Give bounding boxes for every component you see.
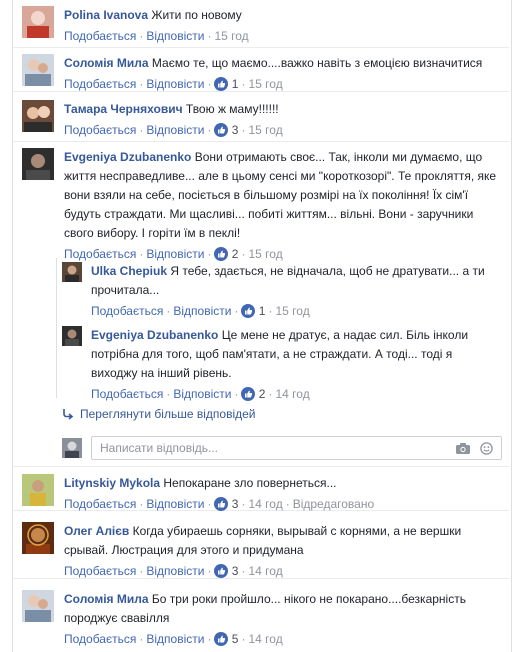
- separator-dot: ·: [207, 632, 212, 646]
- avatar[interactable]: [22, 6, 54, 38]
- separator-dot: ·: [207, 247, 212, 261]
- separator-dot: ·: [207, 123, 212, 137]
- avatar: [62, 438, 82, 458]
- separator-dot: ·: [241, 564, 246, 578]
- separator-dot: ·: [166, 387, 171, 401]
- reply-button[interactable]: Відповісти: [146, 247, 204, 261]
- separator-dot: ·: [234, 304, 239, 318]
- timestamp[interactable]: 15 год: [248, 123, 282, 137]
- reply-button[interactable]: Відповісти: [146, 123, 204, 137]
- avatar[interactable]: [62, 262, 82, 282]
- camera-icon[interactable]: [455, 442, 471, 458]
- separator-dot: ·: [139, 29, 144, 43]
- reply-input-placeholder: Написати відповідь...: [100, 441, 218, 455]
- like-button[interactable]: Подобається: [64, 247, 136, 261]
- avatar[interactable]: [22, 522, 54, 554]
- separator-dot: ·: [139, 123, 144, 137]
- view-more-replies-link[interactable]: Переглянути більше відповідей: [62, 404, 255, 426]
- timestamp[interactable]: 15 год: [248, 247, 282, 261]
- separator-dot: ·: [241, 497, 246, 511]
- separator-dot: ·: [207, 497, 212, 511]
- separator-dot: ·: [234, 387, 239, 401]
- divider: [13, 466, 509, 467]
- comment-author[interactable]: Litynskiy Mykola: [64, 476, 160, 490]
- comment-author[interactable]: Ulka Chepiuk: [91, 264, 167, 278]
- like-reaction-icon[interactable]: [214, 123, 229, 142]
- view-more-replies-label: Переглянути більше відповідей: [80, 407, 256, 421]
- avatar[interactable]: [22, 100, 54, 132]
- reply-button[interactable]: Відповісти: [146, 29, 204, 43]
- like-button[interactable]: Подобається: [64, 497, 136, 511]
- like-reaction-icon[interactable]: [214, 497, 229, 516]
- emoji-icon[interactable]: [480, 442, 493, 458]
- comment-author[interactable]: Соломія Мила: [64, 592, 149, 606]
- like-button[interactable]: Подобається: [64, 77, 136, 91]
- like-button[interactable]: Подобається: [64, 632, 136, 646]
- reply-thread-line: [56, 258, 57, 398]
- timestamp[interactable]: 15 год: [214, 29, 248, 43]
- avatar[interactable]: [22, 54, 54, 86]
- timestamp[interactable]: 14 год: [248, 497, 282, 511]
- reply-button[interactable]: Відповісти: [146, 564, 204, 578]
- separator-dot: ·: [268, 304, 273, 318]
- like-reaction-icon[interactable]: [214, 77, 229, 96]
- separator-dot: ·: [241, 77, 246, 91]
- timestamp[interactable]: 15 год: [248, 77, 282, 91]
- timestamp[interactable]: 15 год: [275, 304, 309, 318]
- separator-dot: ·: [139, 77, 144, 91]
- timestamp[interactable]: 14 год: [275, 387, 309, 401]
- timestamp[interactable]: 14 год: [248, 564, 282, 578]
- reply-button[interactable]: Відповісти: [146, 77, 204, 91]
- separator-dot: ·: [285, 497, 290, 511]
- reply-button[interactable]: Відповісти: [173, 304, 231, 318]
- like-reaction-icon[interactable]: [241, 304, 256, 323]
- separator-dot: ·: [166, 304, 171, 318]
- separator-dot: ·: [268, 387, 273, 401]
- separator-dot: ·: [241, 123, 246, 137]
- comment-author[interactable]: Evgeniya Dzubanenko: [64, 150, 191, 164]
- reply-input[interactable]: Написати відповідь...: [91, 436, 502, 460]
- edited-label[interactable]: Відредаговано: [293, 497, 374, 511]
- avatar[interactable]: [22, 474, 54, 506]
- divider: [13, 47, 509, 48]
- reply-arrow-icon: [62, 406, 74, 426]
- separator-dot: ·: [139, 564, 144, 578]
- separator-dot: ·: [207, 29, 212, 43]
- separator-dot: ·: [139, 497, 144, 511]
- like-reaction-icon[interactable]: [214, 564, 229, 583]
- separator-dot: ·: [139, 632, 144, 646]
- separator-dot: ·: [207, 564, 212, 578]
- like-reaction-icon[interactable]: [214, 632, 229, 651]
- comment-text: Твою ж маму!!!!!!: [185, 102, 279, 116]
- separator-dot: ·: [241, 632, 246, 646]
- reply-button[interactable]: Відповісти: [146, 632, 204, 646]
- avatar[interactable]: [22, 590, 54, 622]
- separator-dot: ·: [207, 77, 212, 91]
- separator-dot: ·: [241, 247, 246, 261]
- comment-text: Жити по новому: [151, 8, 242, 22]
- avatar[interactable]: [22, 148, 54, 180]
- timestamp[interactable]: 14 год: [248, 632, 282, 646]
- reply-button[interactable]: Відповісти: [173, 387, 231, 401]
- comment-author[interactable]: Evgeniya Dzubanenko: [91, 328, 218, 342]
- reply-composer: Написати відповідь...: [62, 436, 502, 460]
- like-button[interactable]: Подобається: [91, 387, 163, 401]
- comment-text: Маємо те, що маємо....важко навіть з емо…: [151, 56, 483, 70]
- comment-author[interactable]: Соломія Мила: [64, 56, 149, 70]
- comment-text: Непокаране зло повернеться...: [163, 476, 337, 490]
- separator-dot: ·: [139, 247, 144, 261]
- like-button[interactable]: Подобається: [64, 123, 136, 137]
- comment-author[interactable]: Polina Ivanova: [64, 8, 148, 22]
- comment-author[interactable]: Олег Алієв: [64, 524, 129, 538]
- avatar[interactable]: [62, 326, 82, 346]
- reply-button[interactable]: Відповісти: [146, 497, 204, 511]
- like-button[interactable]: Подобається: [64, 564, 136, 578]
- like-button[interactable]: Подобається: [64, 29, 136, 43]
- comment-author[interactable]: Тамара Черняхович: [64, 102, 183, 116]
- like-button[interactable]: Подобається: [91, 304, 163, 318]
